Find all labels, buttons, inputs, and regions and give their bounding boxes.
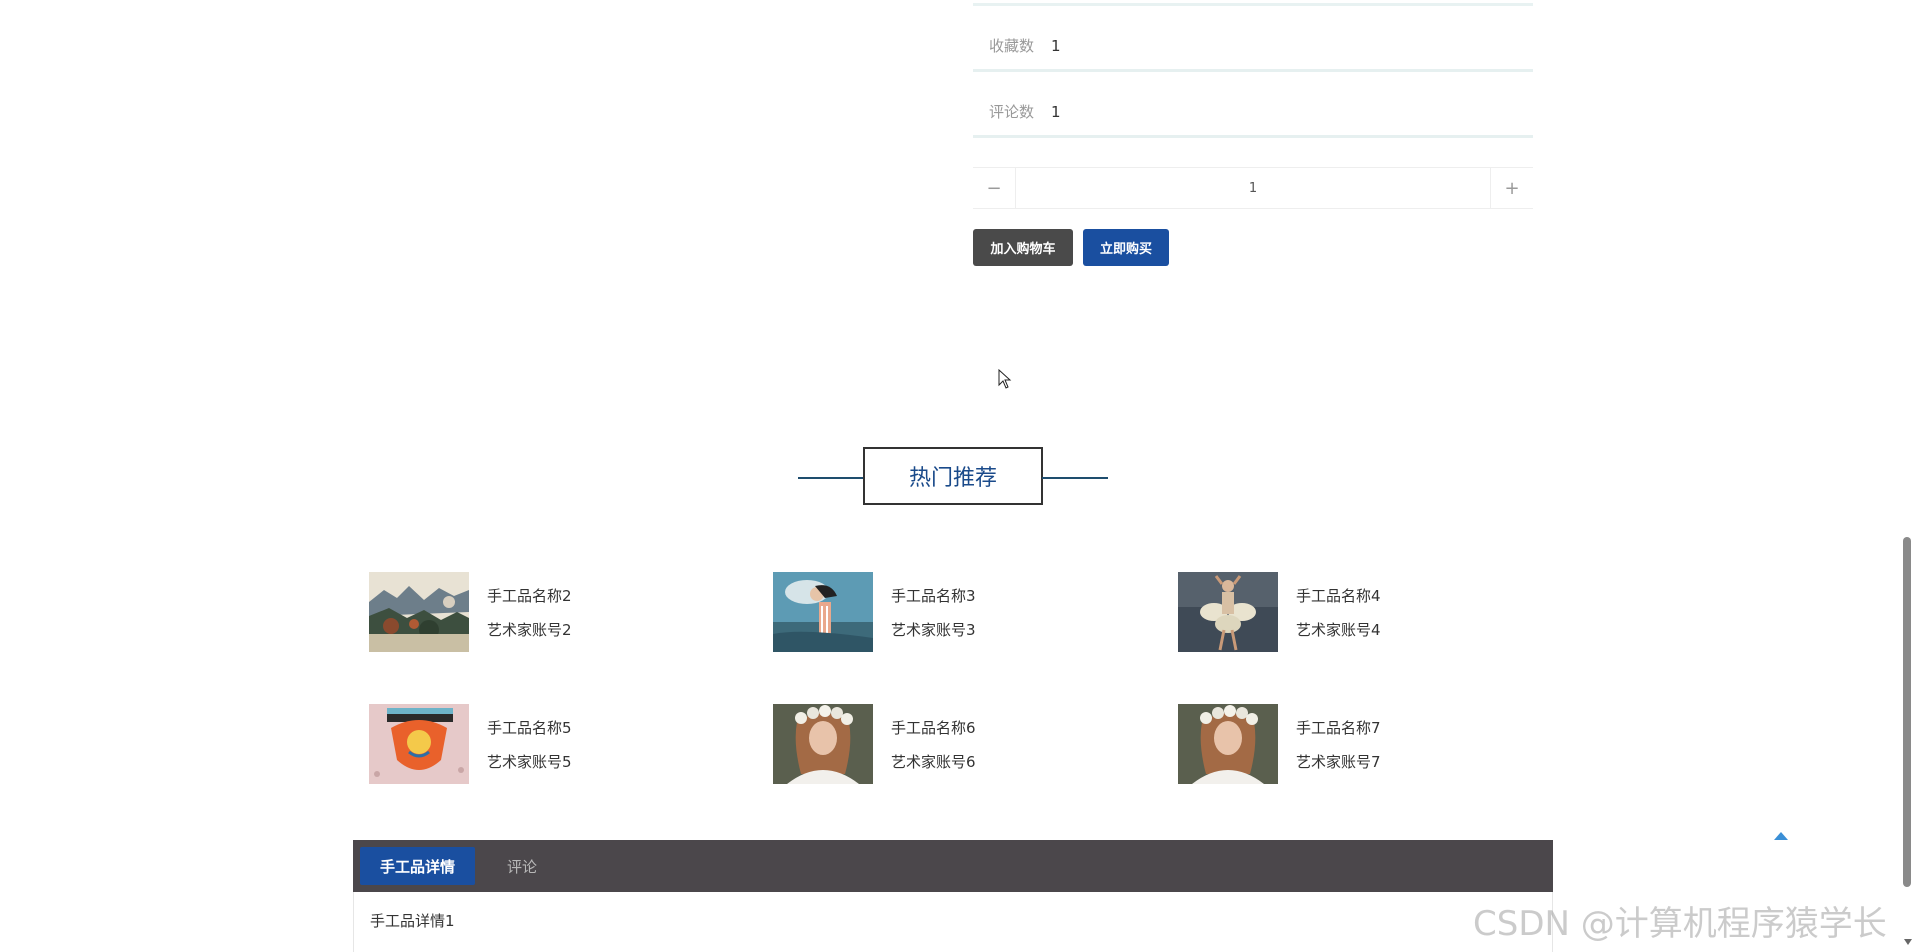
dancer-figure-icon (1178, 572, 1278, 652)
product-thumbnail[interactable] (773, 572, 873, 652)
increase-button[interactable]: + (1491, 168, 1533, 208)
product-name[interactable]: 手工品名称2 (487, 585, 572, 606)
comments-count-value: 1 (1051, 102, 1061, 121)
product-thumbnail[interactable] (1178, 704, 1278, 784)
girl-flower-crown-icon (773, 704, 873, 784)
scrollbar-thumb[interactable] (1903, 537, 1911, 887)
product-thumbnail[interactable] (1178, 572, 1278, 652)
add-to-cart-button[interactable]: 加入购物车 (973, 229, 1073, 266)
section-title: 热门推荐 (863, 447, 1043, 505)
girl-flower-crown-icon (1178, 704, 1278, 784)
scroll-down-arrow-icon[interactable] (1903, 938, 1913, 946)
title-decor-line-left (798, 477, 864, 479)
product-card[interactable]: 手工品名称7 艺术家账号7 (1178, 703, 1558, 785)
product-name[interactable]: 手工品名称6 (891, 717, 976, 738)
detail-content: 手工品详情1 (370, 912, 455, 930)
watermark: CSDN @计算机程序猿学长 (1473, 904, 1887, 944)
product-card[interactable]: 手工品名称3 艺术家账号3 (773, 571, 1153, 653)
detail-tab-bar: 手工品详情 评论 (353, 840, 1553, 892)
quantity-stepper: − + (973, 167, 1533, 209)
artist-account: 艺术家账号4 (1296, 620, 1381, 639)
comments-count-label: 评论数 (989, 103, 1035, 121)
product-thumbnail[interactable] (773, 704, 873, 784)
product-card[interactable]: 手工品名称2 艺术家账号2 (369, 571, 749, 653)
back-to-top-icon[interactable] (1773, 831, 1789, 841)
favorites-row: 收藏数 1 (973, 22, 1533, 72)
quantity-input[interactable] (1015, 168, 1491, 208)
product-card[interactable]: 手工品名称6 艺术家账号6 (773, 703, 1153, 785)
title-decor-line-right (1042, 477, 1108, 479)
product-thumbnail[interactable] (369, 572, 469, 652)
info-row-divider (973, 0, 1533, 6)
product-name[interactable]: 手工品名称4 (1296, 585, 1381, 606)
tab-product-details[interactable]: 手工品详情 (360, 847, 476, 885)
artist-account: 艺术家账号6 (891, 752, 976, 771)
decrease-button[interactable]: − (973, 168, 1015, 208)
product-card[interactable]: 手工品名称4 艺术家账号4 (1178, 571, 1558, 653)
favorites-label: 收藏数 (989, 37, 1035, 55)
comments-count-row: 评论数 1 (973, 88, 1533, 138)
mouse-cursor-icon (998, 369, 1012, 389)
tab-comments[interactable]: 评论 (487, 847, 557, 885)
artist-account: 艺术家账号7 (1296, 752, 1381, 771)
product-name[interactable]: 手工品名称3 (891, 585, 976, 606)
mosaic-heart-icon (369, 704, 469, 784)
artist-account: 艺术家账号2 (487, 620, 572, 639)
artist-account: 艺术家账号5 (487, 752, 572, 771)
product-name[interactable]: 手工品名称5 (487, 717, 572, 738)
artist-account: 艺术家账号3 (891, 620, 976, 639)
favorites-value: 1 (1051, 36, 1061, 55)
landscape-painting-icon (369, 572, 469, 652)
detail-panel: 手工品详情1 (353, 892, 1553, 952)
buy-now-button[interactable]: 立即购买 (1083, 229, 1169, 266)
product-card[interactable]: 手工品名称5 艺术家账号5 (369, 703, 749, 785)
product-name[interactable]: 手工品名称7 (1296, 717, 1381, 738)
product-thumbnail[interactable] (369, 704, 469, 784)
surreal-woman-painting-icon (773, 572, 873, 652)
